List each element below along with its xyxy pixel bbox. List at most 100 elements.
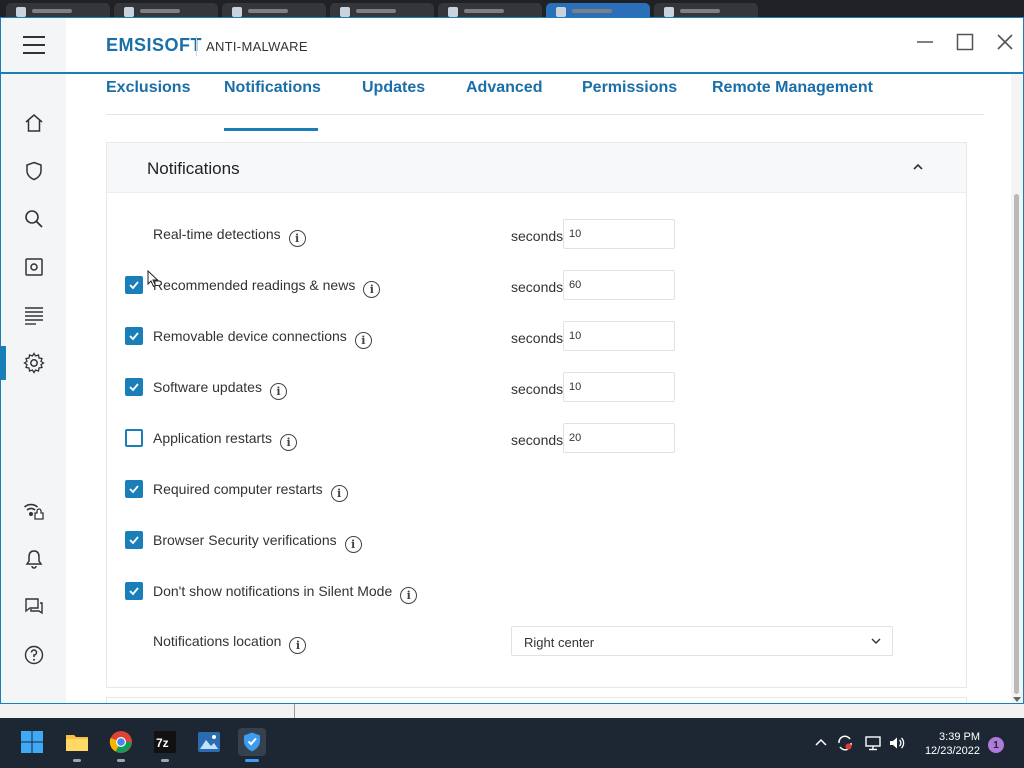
tab-updates[interactable]: Updates <box>362 79 425 97</box>
maximize-button[interactable] <box>951 28 979 56</box>
taskbar-7zip[interactable]: 7z <box>151 728 179 762</box>
panel-header[interactable]: Notifications <box>107 143 966 193</box>
browser-tab[interactable] <box>546 3 650 18</box>
tab-notifications[interactable]: Notifications <box>224 79 321 97</box>
quarantine-icon <box>24 258 43 276</box>
browser-tab[interactable] <box>6 3 110 18</box>
file-explorer-icon <box>66 735 88 751</box>
nav-home[interactable] <box>1 106 66 140</box>
setting-row-software-updates: Software updates i seconds <box>107 371 966 405</box>
seconds-input[interactable] <box>563 219 675 249</box>
checkbox[interactable] <box>125 582 143 600</box>
scrollbar[interactable] <box>1011 74 1023 703</box>
volume-icon <box>890 737 905 749</box>
svg-text:7z: 7z <box>156 736 169 750</box>
setting-label: Removable device connections i <box>153 328 372 349</box>
brand-divider <box>196 36 197 56</box>
browser-tab[interactable] <box>222 3 326 18</box>
checkbox[interactable] <box>125 531 143 549</box>
tray-network[interactable] <box>864 734 882 752</box>
taskbar-chrome[interactable] <box>107 728 135 762</box>
app-window: EMSISOFT ANTI-MALWARE Exclusions Notific… <box>0 17 1024 704</box>
product-name: ANTI-MALWARE <box>206 39 308 54</box>
tray-overflow-button[interactable] <box>812 734 830 752</box>
taskbar-file-explorer[interactable] <box>63 728 91 762</box>
network-icon <box>865 736 881 751</box>
menu-button[interactable] <box>1 18 66 72</box>
info-icon[interactable]: i <box>269 383 287 400</box>
emsisoft-icon <box>244 732 260 752</box>
seconds-input[interactable] <box>563 423 675 453</box>
seconds-label: seconds <box>511 432 564 448</box>
setting-label: Required computer restarts i <box>153 481 348 502</box>
setting-row-realtime: Real-time detections i seconds <box>107 218 966 252</box>
help-icon <box>24 645 43 665</box>
scrollbar-thumb[interactable] <box>1014 194 1019 694</box>
info-icon[interactable]: i <box>280 434 298 451</box>
collapse-button[interactable] <box>908 157 928 177</box>
info-icon[interactable]: i <box>400 587 418 604</box>
clock-time: 3:39 PM <box>939 731 980 743</box>
nav-scan[interactable] <box>1 202 66 236</box>
chevron-down-icon <box>871 638 881 644</box>
info-icon[interactable]: i <box>363 281 381 298</box>
nav-connection[interactable] <box>1 494 66 528</box>
home-icon <box>25 114 42 132</box>
close-button[interactable] <box>991 28 1019 56</box>
nav-protection[interactable] <box>1 154 66 188</box>
start-button[interactable] <box>18 728 46 756</box>
info-icon[interactable]: i <box>354 332 372 349</box>
seconds-input[interactable] <box>563 321 675 351</box>
mouse-cursor-icon <box>147 270 159 288</box>
checkbox[interactable] <box>125 429 143 447</box>
shield-icon <box>25 161 42 181</box>
panel-title: Notifications <box>147 159 240 178</box>
info-icon[interactable]: i <box>288 230 306 247</box>
checkbox[interactable] <box>125 327 143 345</box>
browser-tab[interactable] <box>330 3 434 18</box>
checkbox[interactable] <box>125 276 143 294</box>
nav-support-chat[interactable] <box>1 590 66 624</box>
browser-tab[interactable] <box>114 3 218 18</box>
browser-tab[interactable] <box>654 3 758 18</box>
checkbox[interactable] <box>125 378 143 396</box>
dropdown-value: Right center <box>524 635 595 650</box>
title-bar: EMSISOFT ANTI-MALWARE <box>1 18 1023 74</box>
seconds-input[interactable] <box>563 270 675 300</box>
search-icon <box>24 210 43 228</box>
nav-quarantine[interactable] <box>1 250 66 284</box>
tray-volume[interactable] <box>888 734 906 752</box>
close-icon <box>997 34 1013 50</box>
tab-permissions[interactable]: Permissions <box>582 79 677 97</box>
nav-settings[interactable] <box>1 346 66 380</box>
taskbar-photos[interactable] <box>195 728 223 756</box>
browser-tab[interactable] <box>438 3 542 18</box>
scroll-down-icon[interactable] <box>1013 695 1021 703</box>
tab-advanced[interactable]: Advanced <box>466 79 542 97</box>
bell-icon <box>25 550 42 569</box>
seconds-input[interactable] <box>563 372 675 402</box>
tray-sync[interactable] <box>836 734 854 752</box>
connection-icon <box>23 503 44 520</box>
taskbar-emsisoft[interactable] <box>238 728 266 762</box>
nav-notifications[interactable] <box>1 542 66 576</box>
tab-remote-management[interactable]: Remote Management <box>712 79 873 97</box>
info-icon[interactable]: i <box>344 536 362 553</box>
setting-row-computer-restarts: Required computer restarts i <box>107 473 966 507</box>
seconds-label: seconds <box>511 228 564 244</box>
nav-logs[interactable] <box>1 298 66 332</box>
start-icon <box>21 731 43 753</box>
setting-label: Recommended readings & news i <box>153 277 381 298</box>
nav-help[interactable] <box>1 638 66 672</box>
location-dropdown[interactable]: Right center <box>511 626 893 656</box>
minimize-button[interactable] <box>911 28 939 56</box>
taskbar-clock[interactable]: 3:39 PM 12/23/2022 <box>920 730 980 758</box>
setting-row-browser-security: Browser Security verifications i <box>107 524 966 558</box>
notification-badge[interactable]: 1 <box>988 737 1004 753</box>
tab-exclusions[interactable]: Exclusions <box>106 79 190 97</box>
checkbox[interactable] <box>125 480 143 498</box>
info-icon[interactable]: i <box>330 485 348 502</box>
setting-label: Browser Security verifications i <box>153 532 362 553</box>
setting-label: Software updates i <box>153 379 287 400</box>
info-icon[interactable]: i <box>289 637 307 654</box>
